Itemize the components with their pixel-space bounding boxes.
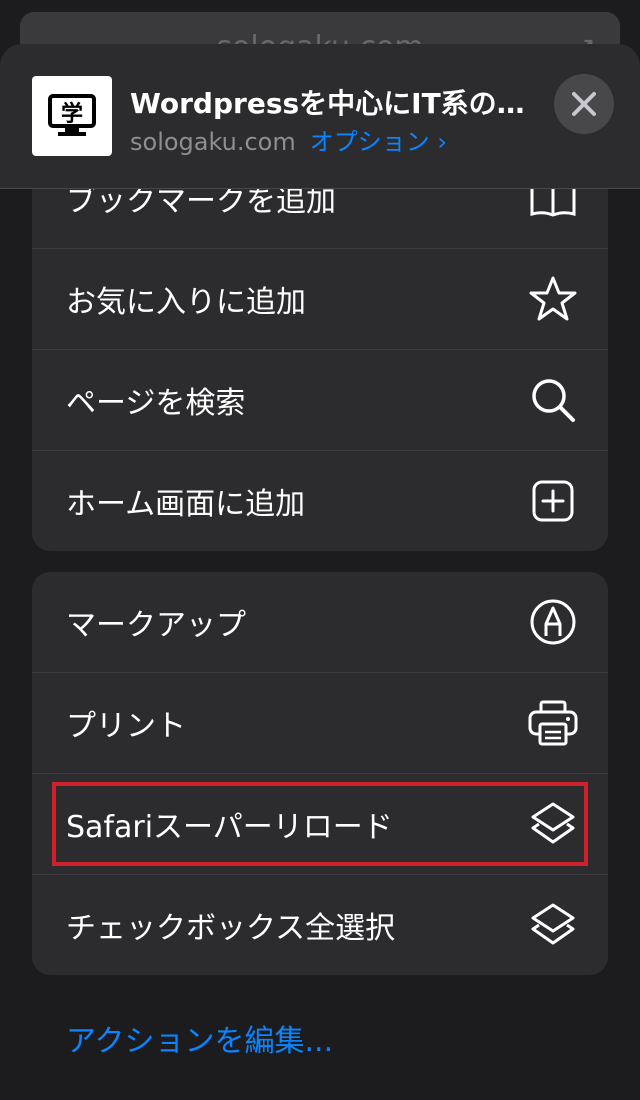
site-subtitle: sologaku.com オプション › [130,122,447,157]
plus-square-icon [528,476,578,526]
action-label: お気に入りに追加 [66,285,306,320]
actions-group-1: ブックマークを追加 お気に入りに追加 ページを検索 ホーム画面に追加 [32,148,608,551]
markup-pen-icon [528,597,578,647]
site-domain: sologaku.com [130,128,296,156]
action-label: マークアップ [66,608,246,643]
action-add-to-home[interactable]: ホーム画面に追加 [32,451,608,551]
action-print[interactable]: プリント [32,673,608,774]
search-icon [528,375,578,425]
thumb-char: 学 [61,101,83,127]
share-sheet-header: 学 Wordpressを中心にIT系の… sologaku.com オプション › [0,44,640,189]
close-button[interactable] [554,74,614,134]
shortcuts-icon [528,799,578,849]
action-markup[interactable]: マークアップ [32,572,608,673]
action-safari-super-reload[interactable]: Safariスーパーリロード [32,774,608,875]
action-label: プリント [66,709,186,744]
action-find-on-page[interactable]: ページを検索 [32,350,608,451]
action-label: チェックボックス全選択 [66,911,396,946]
actions-group-2: マークアップ プリント Safariスーパーリロード チェックボックス全選択 [32,572,608,975]
star-icon [528,274,578,324]
shortcuts-icon [528,900,578,950]
edit-actions-link[interactable]: アクションを編集... [66,1016,333,1060]
action-select-all-checkboxes[interactable]: チェックボックス全選択 [32,875,608,975]
share-sheet: 学 Wordpressを中心にIT系の… sologaku.com オプション ›… [0,44,640,1100]
action-label: ホーム画面に追加 [66,487,306,522]
printer-icon [528,698,578,748]
site-thumbnail: 学 [32,76,112,156]
action-add-favorite[interactable]: お気に入りに追加 [32,249,608,350]
options-link[interactable]: オプション › [310,128,447,156]
monitor-icon: 学 [48,94,96,136]
action-label: Safariスーパーリロード [66,810,393,845]
close-icon [572,92,596,116]
action-label: ページを検索 [66,386,246,421]
page-title: Wordpressを中心にIT系の… [130,87,525,120]
